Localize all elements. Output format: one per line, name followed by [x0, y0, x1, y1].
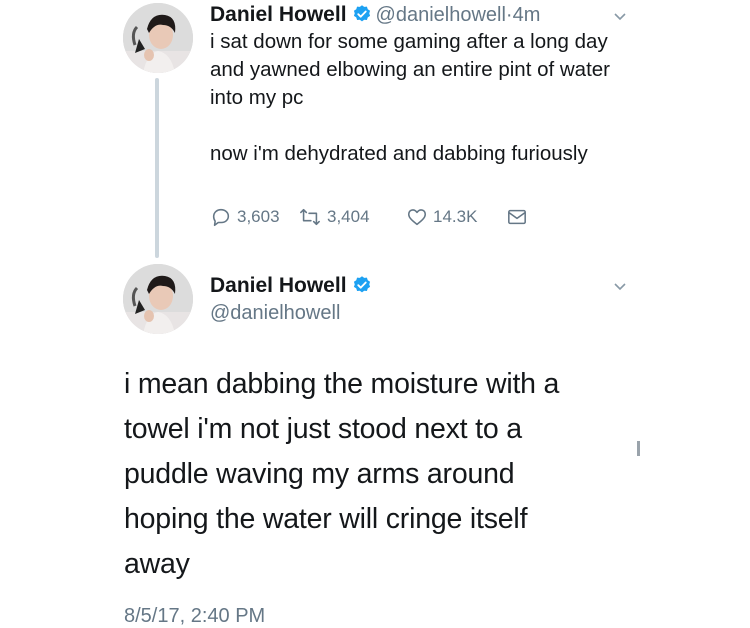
verified-badge-icon [352, 275, 372, 303]
tweet1-text: i sat down for some gaming after a long … [210, 28, 630, 168]
like-button[interactable]: 14.3K [406, 206, 506, 228]
chevron-down-icon[interactable] [612, 8, 628, 24]
author-name[interactable]: Daniel Howell [210, 3, 347, 26]
tweet1-paragraph: i sat down for some gaming after a long … [210, 30, 611, 109]
retweet-count: 3,404 [327, 207, 370, 226]
author-handle[interactable]: @danielhowell [210, 302, 340, 325]
retweet-icon [298, 206, 322, 228]
reply-bubble-icon [210, 206, 232, 228]
avatar[interactable] [123, 264, 193, 334]
author-handle[interactable]: @danielhowell [376, 4, 506, 26]
envelope-icon [506, 207, 528, 227]
verified-badge-icon [352, 4, 372, 31]
tweet-time[interactable]: 4m [513, 4, 541, 26]
reply-button[interactable]: 3,603 [210, 206, 298, 228]
tweet-timestamp[interactable]: 8/5/17, 2:40 PM [124, 605, 265, 628]
tweet2-text: i mean dabbing the moisture with a towel… [124, 368, 560, 580]
like-count: 14.3K [433, 207, 478, 226]
chevron-down-icon[interactable] [612, 278, 628, 294]
separator-dot: · [505, 4, 513, 26]
author-name[interactable]: Daniel Howell [210, 274, 347, 297]
heart-icon [406, 206, 428, 228]
tweet-thread-page: Daniel Howell @danielhowell·4m i sat down… [0, 0, 750, 628]
text-cursor [637, 441, 640, 456]
tweet1-actions: 3,603 3,404 14.3K [210, 204, 528, 230]
tweet1-paragraph: now i'm dehydrated and dabbing furiously [210, 142, 588, 165]
thread-connector-line [155, 78, 159, 258]
reply-count: 3,603 [237, 207, 280, 226]
avatar[interactable] [123, 3, 193, 73]
tweet2-header: Daniel Howell [210, 272, 376, 303]
tweet1-header: Daniel Howell @danielhowell·4m [210, 2, 540, 31]
retweet-button[interactable]: 3,404 [298, 206, 406, 228]
direct-message-button[interactable] [506, 207, 528, 227]
